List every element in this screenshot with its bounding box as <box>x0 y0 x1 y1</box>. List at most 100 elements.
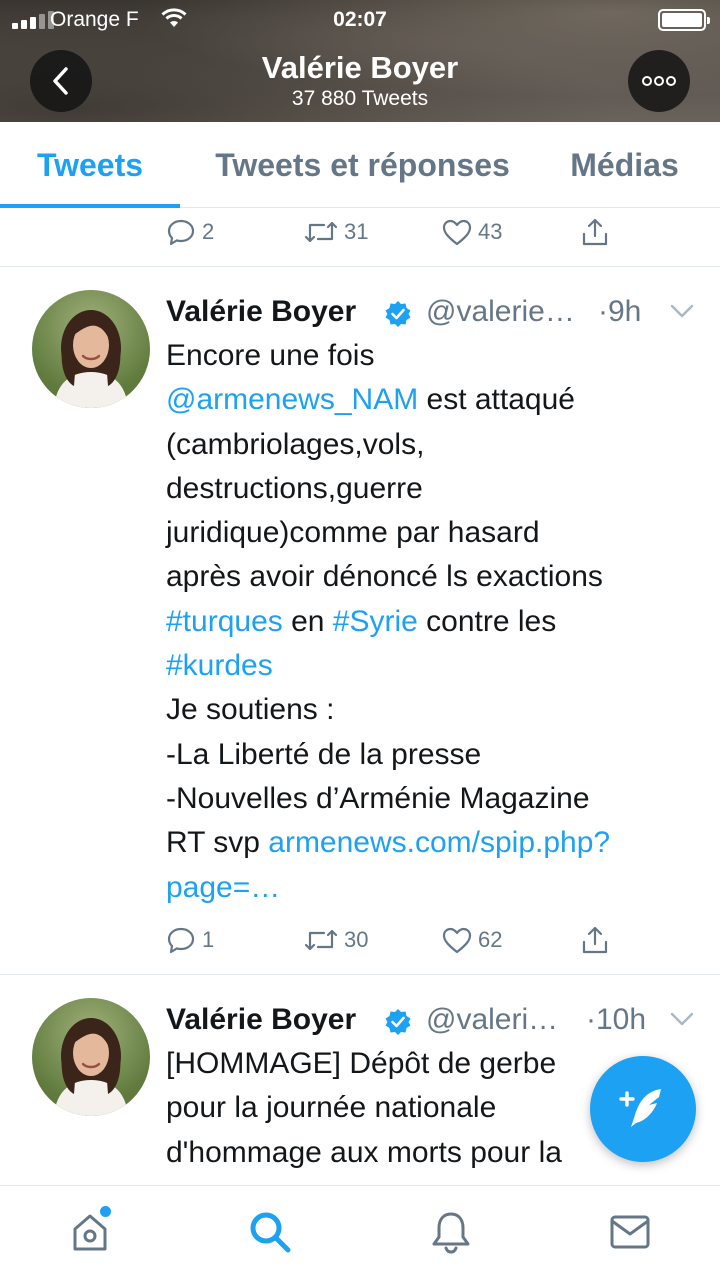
tweet-time: ·9h <box>598 295 642 328</box>
retweet-count: 31 <box>344 219 369 244</box>
reply-button[interactable]: 2 <box>166 212 214 252</box>
like-button[interactable]: 43 <box>442 212 502 252</box>
messages-envelope-icon <box>610 1215 650 1249</box>
nav-notifications[interactable] <box>427 1208 475 1256</box>
tweet-text-segment: après avoir dénoncé ls exactions <box>166 560 603 594</box>
heart-icon <box>442 219 472 246</box>
tweet-header: Valérie Boyer @valerie… ·9h <box>166 290 706 334</box>
battery-icon <box>658 9 710 31</box>
tweet-text-line: @armenews_NAM est attaqué <box>166 378 686 422</box>
status-time: 02:07 <box>333 8 387 31</box>
tweet-text-line: juridique)comme par hasard <box>166 511 686 555</box>
compose-tweet-button[interactable] <box>590 1056 696 1162</box>
reply-button[interactable]: 1 <box>166 920 214 960</box>
tab-tweets[interactable]: Tweets <box>0 122 180 208</box>
chevron-down-icon[interactable] <box>670 304 694 318</box>
tweet-text-segment: (cambriolages,vols, <box>166 427 425 461</box>
heart-icon <box>442 927 472 954</box>
previous-tweet-actions: 2 31 43 <box>166 212 626 252</box>
tweet-header: Valérie Boyer @valeri… ·10h <box>166 998 706 1042</box>
reply-icon <box>167 927 195 954</box>
more-options-button[interactable] <box>628 50 690 112</box>
tab-media[interactable]: Médias <box>552 122 697 208</box>
bottom-navigation <box>0 1185 720 1280</box>
tweet-text-line: Encore une fois <box>166 334 686 378</box>
profile-header: Orange F 02:07 Valérie Boyer 37 880 Twee… <box>0 0 720 122</box>
new-content-dot <box>100 1206 111 1217</box>
reply-icon <box>167 219 195 246</box>
tweet-text-line: RT svp armenews.com/spip.php? <box>166 821 686 865</box>
tweet-text-line: page=… <box>166 866 686 910</box>
tweet[interactable]: Valérie Boyer @valerie… ·9h Encore une f… <box>0 290 720 970</box>
home-icon <box>73 1214 107 1251</box>
tweet-text-segment: juridique)comme par hasard <box>166 516 540 550</box>
url-link[interactable]: armenews.com/spip.php? <box>268 826 610 859</box>
hashtag-link[interactable]: #Syrie <box>333 605 418 638</box>
tweet-text-segment: Je soutiens : <box>166 693 335 727</box>
tweet-text-segment: pour la journée nationale <box>166 1091 497 1125</box>
author-handle[interactable]: @valerie… <box>426 290 575 334</box>
profile-tabs: Tweets Tweets et réponses Médias <box>0 122 720 208</box>
hashtag-link[interactable]: #turques <box>166 605 283 638</box>
retweet-button[interactable]: 31 <box>304 212 368 252</box>
tweet-text-line: destructions,guerre <box>166 467 686 511</box>
avatar[interactable] <box>32 290 150 408</box>
tweet-text-segment: contre les <box>417 604 557 638</box>
tweet-actions: 1 30 62 <box>166 920 626 960</box>
tweet-text-line: (cambriolages,vols, <box>166 423 686 467</box>
nav-messages[interactable] <box>606 1208 654 1256</box>
share-button[interactable] <box>580 212 610 252</box>
author-name[interactable]: Valérie Boyer <box>166 290 356 334</box>
tab-tweets-and-replies[interactable]: Tweets et réponses <box>190 122 535 208</box>
author-name[interactable]: Valérie Boyer <box>166 998 356 1042</box>
like-button[interactable]: 62 <box>442 920 502 960</box>
tweet-text-segment: [HOMMAGE] Dépôt de gerbe <box>166 1047 557 1080</box>
tweet-time: ·10h <box>586 1003 647 1036</box>
retweet-icon <box>304 929 338 951</box>
chevron-down-icon[interactable] <box>670 1012 694 1026</box>
tweet-text-line: Je soutiens : <box>166 688 686 732</box>
retweet-icon <box>304 221 338 243</box>
profile-photo-icon <box>54 1018 128 1116</box>
search-icon <box>250 1212 291 1253</box>
nav-search[interactable] <box>246 1208 294 1256</box>
avatar[interactable] <box>32 998 150 1116</box>
tweet-text-segment: -La Liberté de la presse <box>166 737 482 771</box>
tweet-text-line: -Nouvelles d’Arménie Magazine <box>166 777 686 821</box>
profile-name: Valérie Boyer <box>261 50 459 85</box>
like-count: 43 <box>478 219 503 244</box>
tweet-text-segment: en <box>282 604 333 638</box>
compose-feather-icon <box>619 1089 661 1127</box>
share-button[interactable] <box>580 920 610 960</box>
tweet-text-segment: -Nouvelles d’Arménie Magazine <box>166 781 590 815</box>
like-count: 62 <box>478 927 503 952</box>
author-handle[interactable]: @valeri… <box>426 998 558 1042</box>
tweet-text-segment: Encore une fois <box>166 339 375 372</box>
verified-badge-icon <box>385 1009 411 1035</box>
url-link[interactable]: page=… <box>166 871 280 904</box>
tweet-text: Encore une fois @armenews_NAM est attaqué… <box>166 334 686 910</box>
share-icon <box>582 926 608 954</box>
more-dots-icon <box>642 76 676 86</box>
tweet-divider <box>0 266 720 267</box>
tweet-text-segment: destructions,guerre <box>166 471 423 505</box>
reply-count: 1 <box>202 927 215 952</box>
notifications-bell-icon <box>432 1212 470 1254</box>
retweet-count: 30 <box>344 927 369 952</box>
tweet-count: 37 880 Tweets <box>291 87 429 110</box>
tweet-text-segment: RT svp <box>166 826 269 860</box>
retweet-button[interactable]: 30 <box>304 920 368 960</box>
tweet-text-segment: d'hommage aux morts pour la <box>166 1135 562 1169</box>
tweet-text-line: -La Liberté de la presse <box>166 733 686 777</box>
tweet-text-line: #kurdes <box>166 644 686 688</box>
tweet-feed[interactable]: 2 31 43 Valérie Boyer @valerie… ·9h Enco… <box>0 208 720 1185</box>
tweet-text-segment: est attaqué <box>418 383 575 417</box>
tweet-text-line: #turques en #Syrie contre les <box>166 600 686 644</box>
mention-link[interactable]: @armenews_NAM <box>166 383 418 416</box>
profile-title: Valérie Boyer 37 880 Tweets <box>0 50 720 112</box>
status-bar: Orange F 02:07 <box>0 0 720 40</box>
profile-photo-icon <box>54 310 128 408</box>
hashtag-link[interactable]: #kurdes <box>166 649 273 682</box>
reply-count: 2 <box>202 219 215 244</box>
tweet-text-line: après avoir dénoncé ls exactions <box>166 555 686 599</box>
